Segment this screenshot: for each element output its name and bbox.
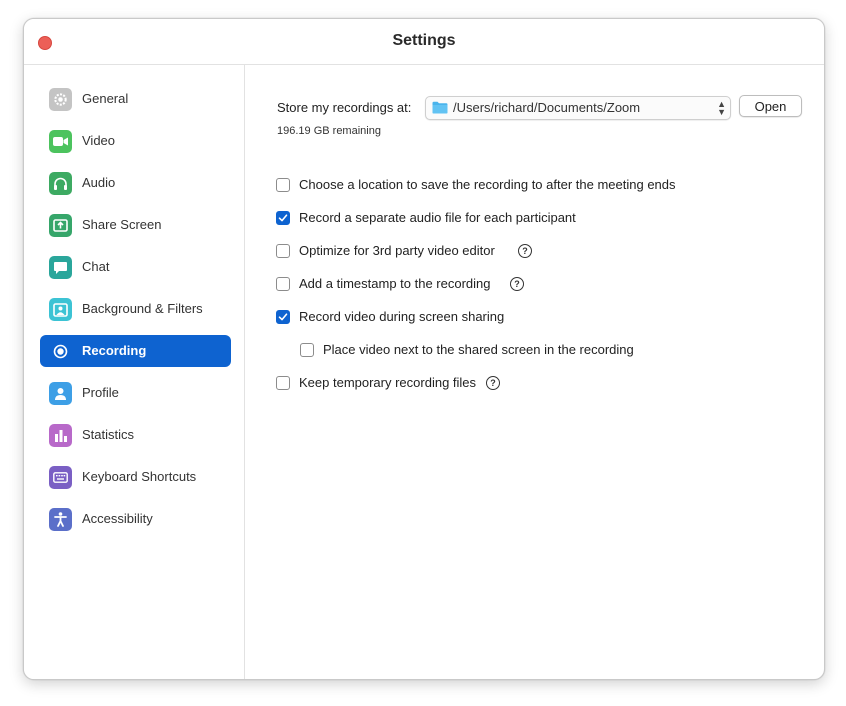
sidebar-item-label: Video <box>82 133 116 148</box>
settings-window: Settings General Video Audio Share Scree… <box>23 18 825 680</box>
sidebar-item-share-screen[interactable]: Share Screen <box>40 209 231 241</box>
sidebar-item-recording[interactable]: Recording <box>40 335 231 367</box>
recording-path-value: /Users/richard/Documents/Zoom <box>453 100 641 115</box>
storage-remaining: 196.19 GB remaining <box>277 125 381 137</box>
sidebar: General Video Audio Share Screen Chat Ba… <box>24 65 245 679</box>
sidebar-item-profile[interactable]: Profile <box>40 377 231 409</box>
title-bar: Settings <box>24 19 824 65</box>
optimize-3rd-party-checkbox[interactable] <box>276 244 290 258</box>
record-video-screen-sharing-checkbox[interactable] <box>276 310 290 324</box>
sidebar-item-label: Share Screen <box>82 217 162 232</box>
sidebar-item-label: Recording <box>82 343 147 358</box>
option-label: Choose a location to save the recording … <box>299 177 676 192</box>
sidebar-item-label: Keyboard Shortcuts <box>82 469 197 484</box>
headphones-icon <box>49 172 72 195</box>
person-icon <box>49 382 72 405</box>
sidebar-item-label: Background & Filters <box>82 301 203 316</box>
option-label: Record a separate audio file for each pa… <box>299 210 576 225</box>
video-camera-icon <box>49 130 72 153</box>
keyboard-icon <box>49 466 72 489</box>
sidebar-item-chat[interactable]: Chat <box>40 251 231 283</box>
record-icon <box>49 340 72 363</box>
accessibility-icon <box>49 508 72 531</box>
help-icon[interactable]: ? <box>518 244 532 258</box>
sidebar-item-general[interactable]: General <box>40 83 231 115</box>
sidebar-item-statistics[interactable]: Statistics <box>40 419 231 451</box>
checkmark-icon <box>278 313 288 321</box>
sidebar-item-keyboard-shortcuts[interactable]: Keyboard Shortcuts <box>40 461 231 493</box>
option-label: Record video during screen sharing <box>299 309 505 324</box>
gear-icon <box>49 88 72 111</box>
open-folder-button[interactable]: Open <box>739 95 802 117</box>
option-label: Optimize for 3rd party video editor <box>299 243 495 258</box>
sidebar-item-label: General <box>82 91 129 106</box>
choose-location-checkbox[interactable] <box>276 178 290 192</box>
place-video-next-to-screen-checkbox[interactable] <box>300 343 314 357</box>
option-label: Place video next to the shared screen in… <box>323 342 634 357</box>
recording-path-select[interactable]: /Users/richard/Documents/Zoom ▲ ▼ <box>425 96 731 120</box>
store-location-label: Store my recordings at: <box>277 100 412 115</box>
sidebar-item-label: Audio <box>82 175 116 190</box>
option-label: Keep temporary recording files <box>299 375 477 390</box>
sidebar-item-background-filters[interactable]: Background & Filters <box>40 293 231 325</box>
sidebar-item-label: Profile <box>82 385 119 400</box>
portrait-icon <box>49 298 72 321</box>
checkmark-icon <box>278 214 288 222</box>
sidebar-item-label: Accessibility <box>82 511 153 526</box>
window-title: Settings <box>392 32 456 49</box>
bar-chart-icon <box>49 424 72 447</box>
chat-bubble-icon <box>49 256 72 279</box>
sidebar-item-label: Statistics <box>82 427 135 442</box>
option-label: Add a timestamp to the recording <box>299 276 491 291</box>
chevron-up-down-icon: ▲ ▼ <box>717 99 726 117</box>
recording-settings-panel: Store my recordings at: /Users/richard/D… <box>245 65 824 679</box>
add-timestamp-checkbox[interactable] <box>276 277 290 291</box>
folder-icon <box>432 101 448 119</box>
sidebar-item-video[interactable]: Video <box>40 125 231 157</box>
help-icon[interactable]: ? <box>510 277 524 291</box>
sidebar-item-accessibility[interactable]: Accessibility <box>40 503 231 535</box>
keep-temp-files-checkbox[interactable] <box>276 376 290 390</box>
share-screen-icon <box>49 214 72 237</box>
separate-audio-checkbox[interactable] <box>276 211 290 225</box>
sidebar-item-label: Chat <box>82 259 110 274</box>
sidebar-item-audio[interactable]: Audio <box>40 167 231 199</box>
help-icon[interactable]: ? <box>486 376 500 390</box>
